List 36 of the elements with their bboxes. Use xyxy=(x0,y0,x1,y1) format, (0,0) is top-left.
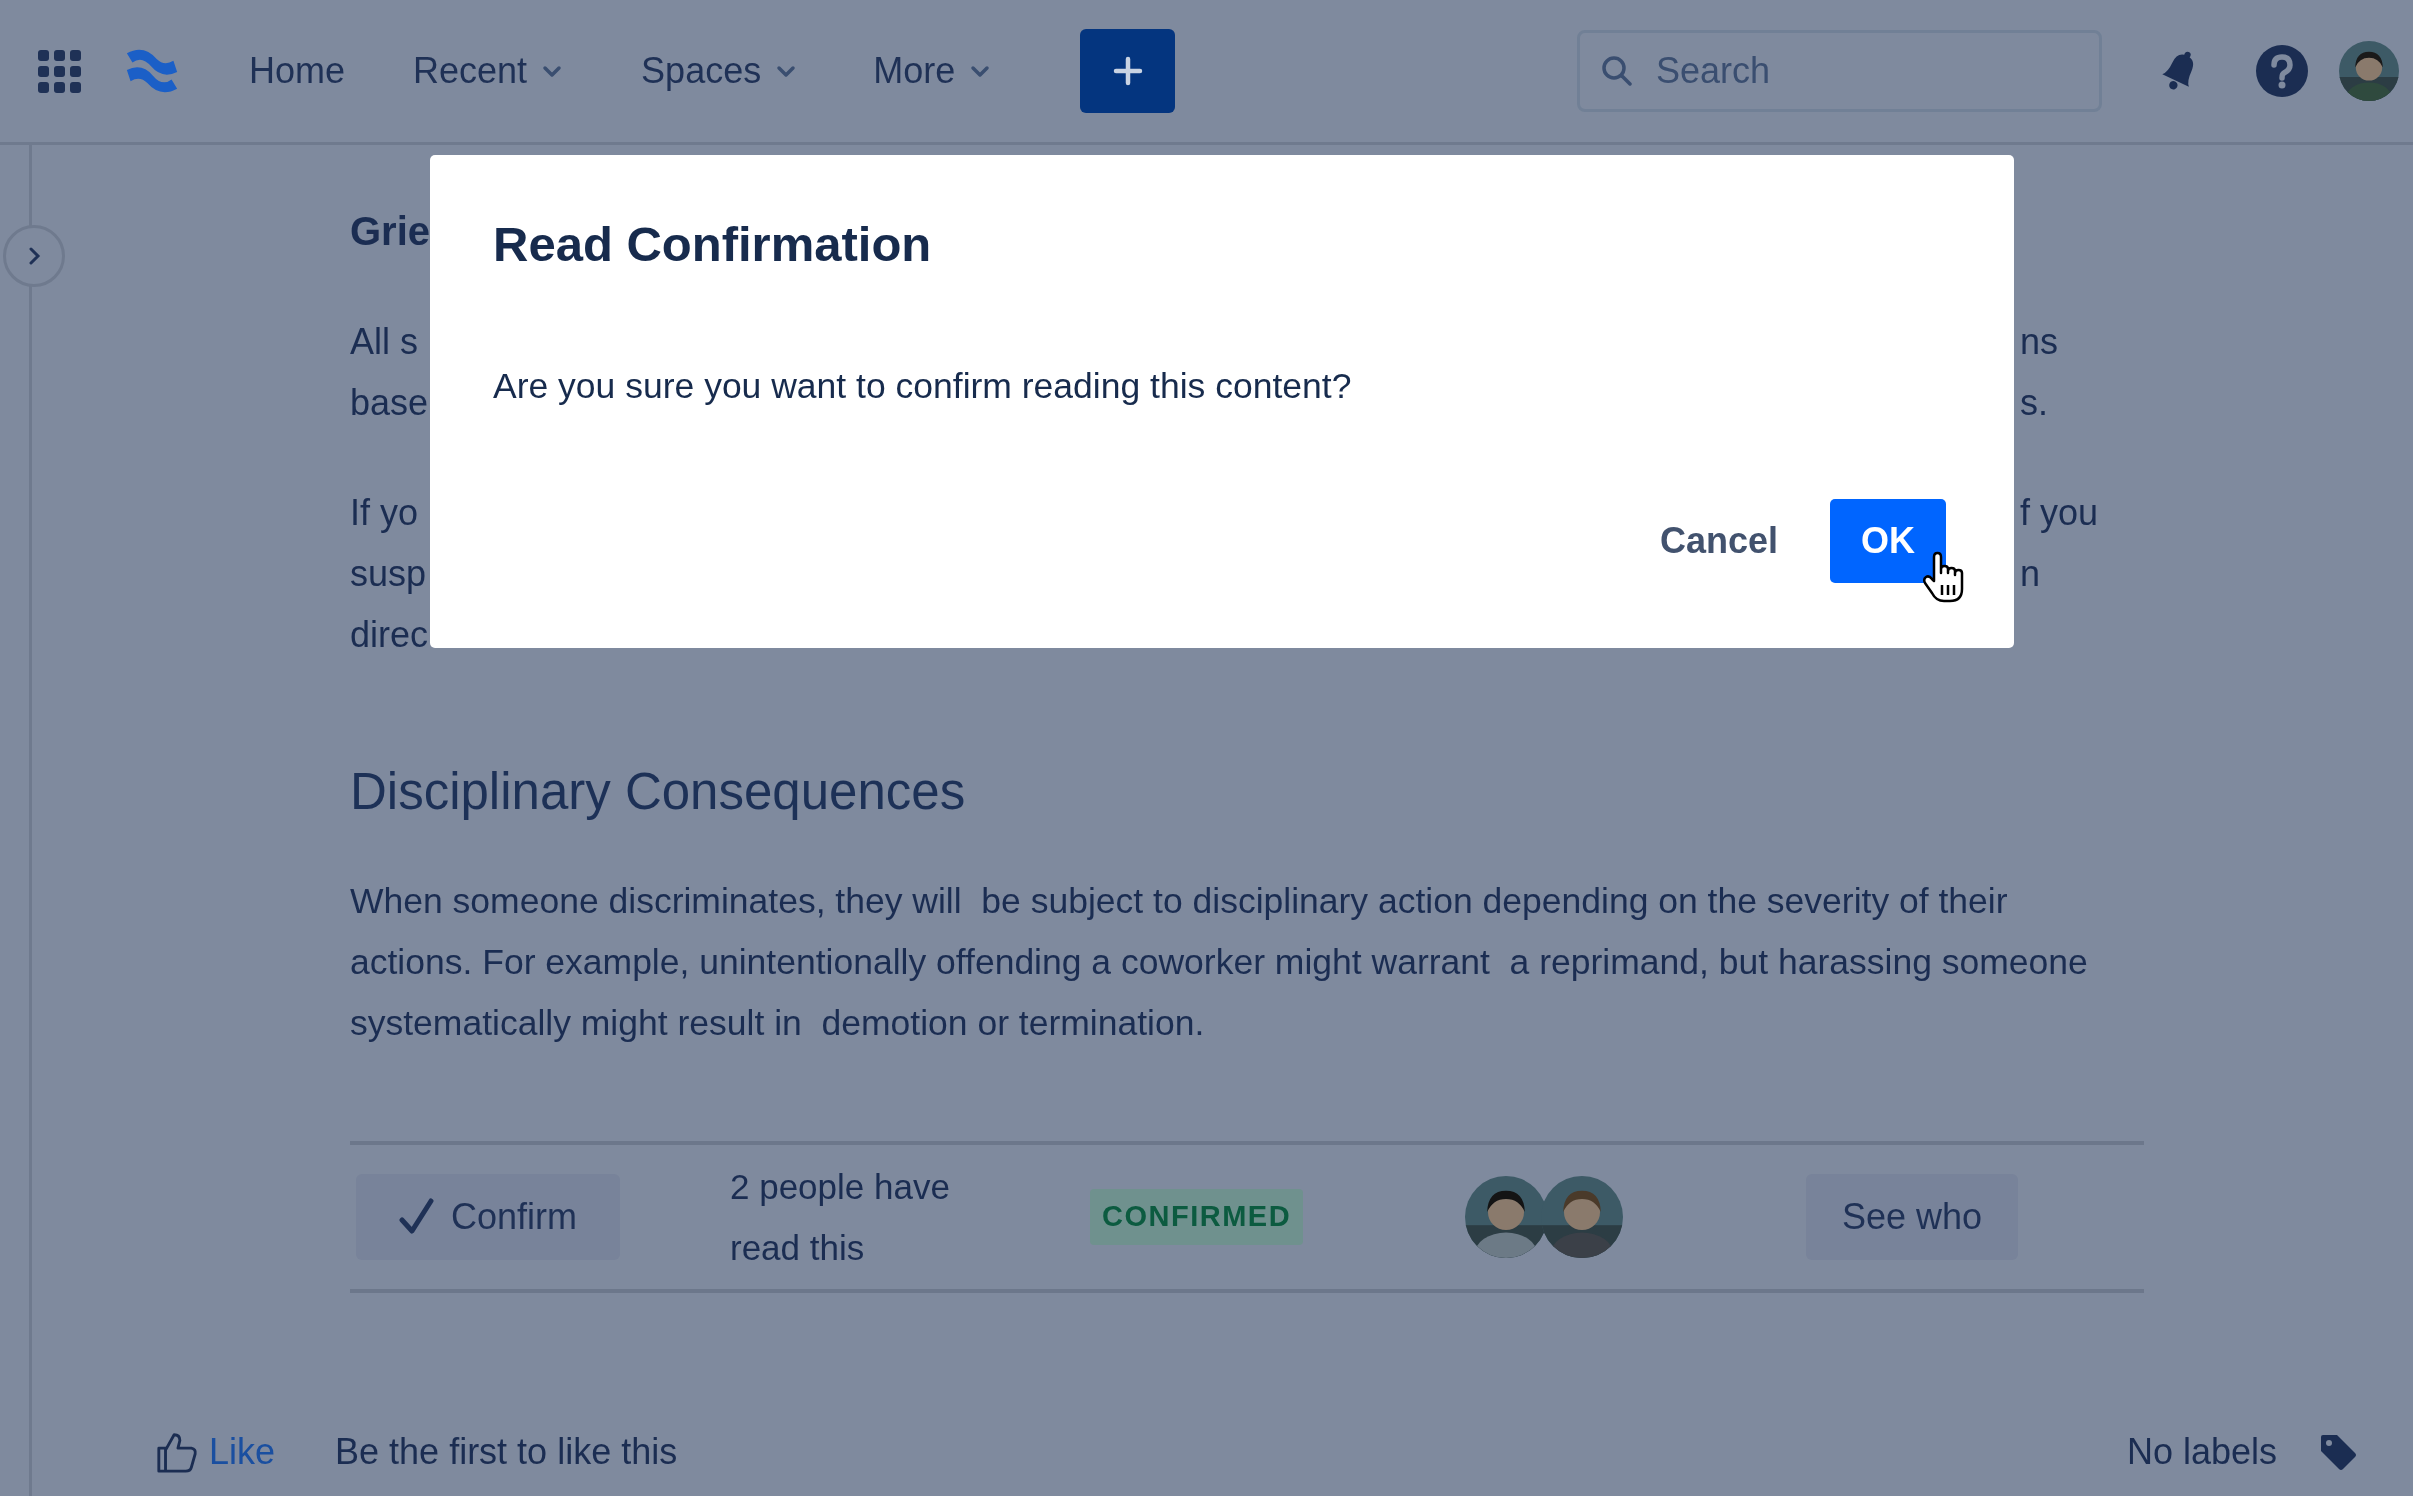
search-icon xyxy=(1601,55,1632,86)
hand-cursor-icon xyxy=(1922,551,1966,604)
like-link[interactable]: Like xyxy=(155,1425,276,1479)
status-badge: CONFIRMED xyxy=(1090,1189,1304,1245)
paragraph-text: n xyxy=(2020,552,2042,596)
create-button[interactable] xyxy=(1080,29,1176,113)
like-status-text: Be the first to like this xyxy=(335,1430,678,1474)
app-switcher-icon[interactable] xyxy=(38,49,81,93)
see-who-button[interactable]: See who xyxy=(1806,1174,2018,1261)
paragraph-text: susp xyxy=(350,552,428,596)
help-icon[interactable] xyxy=(2256,45,2308,97)
paragraph-text: base xyxy=(350,381,430,425)
cancel-button[interactable]: Cancel xyxy=(1649,514,1788,569)
read-count-text: 2 people have read this xyxy=(730,1166,951,1270)
dialog-message: Are you sure you want to confirm reading this content? xyxy=(493,364,1353,408)
labels-text: No labels xyxy=(2126,1430,2277,1474)
search-field[interactable]: Search xyxy=(1577,30,2102,112)
paragraph-text: When someone discriminates, they will be subject to disciplinary action depending on the severity of their actions. For example, unintentionally offending a coworker might warrant a reprimand, but harassing someone systematically might result in demotion or termination. xyxy=(350,880,2089,1046)
confirm-button[interactable]: Confirm xyxy=(356,1174,620,1261)
paragraph-text: direc xyxy=(350,613,430,657)
checkmark-icon xyxy=(399,1198,435,1237)
tag-icon[interactable] xyxy=(2319,1433,2357,1471)
nav-menu[interactable]: Home xyxy=(249,44,346,98)
nav-menu[interactable]: Spaces xyxy=(641,44,798,98)
paragraph-text: All s xyxy=(350,320,419,364)
paragraph-text: ns xyxy=(2020,320,2060,364)
section-heading: Grie xyxy=(350,208,431,255)
paragraph-text: s. xyxy=(2020,381,2049,425)
ok-button[interactable]: OK xyxy=(1830,499,1946,584)
nav-menu[interactable]: More xyxy=(873,44,992,98)
paragraph-text: If yo xyxy=(350,491,420,535)
plus-icon xyxy=(1112,56,1143,86)
paragraph-text: f you xyxy=(2020,491,2100,535)
nav-menu[interactable]: Recent xyxy=(413,44,564,98)
dialog-title: Read Confirmation xyxy=(493,216,933,273)
section-heading: Disciplinary Consequences xyxy=(350,762,967,822)
